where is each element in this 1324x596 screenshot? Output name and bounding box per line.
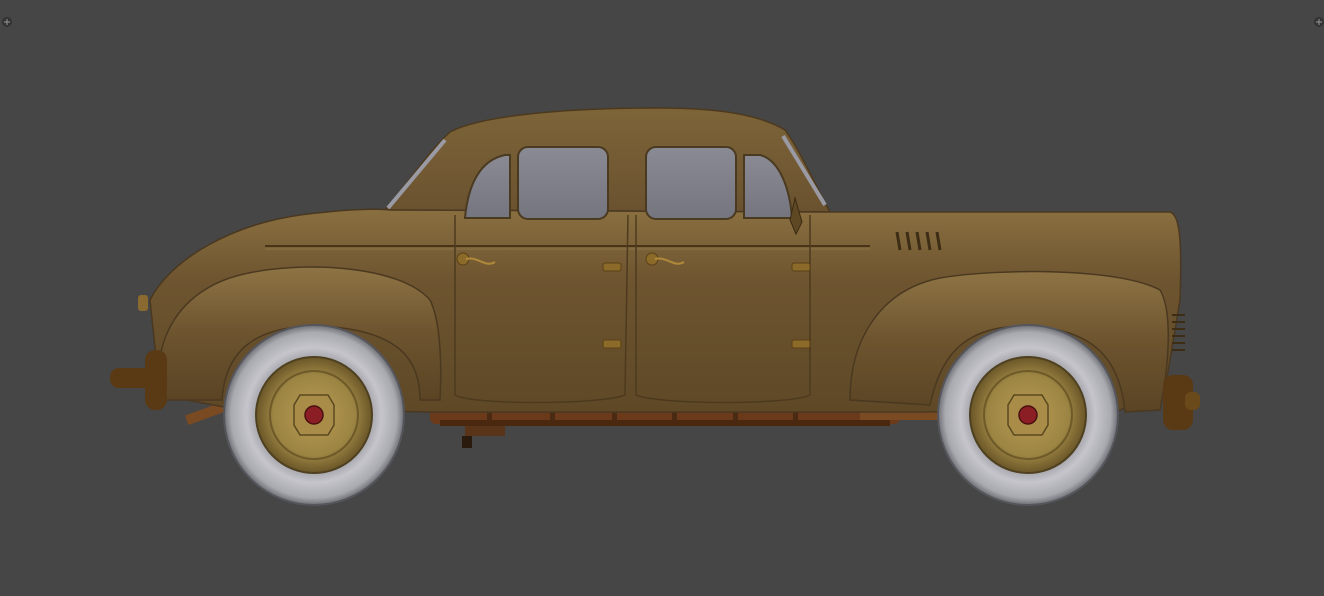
front-wheel	[937, 324, 1119, 506]
3d-viewport[interactable]	[0, 0, 1324, 596]
rear-wheel	[223, 324, 405, 506]
car-model[interactable]	[0, 0, 1324, 596]
